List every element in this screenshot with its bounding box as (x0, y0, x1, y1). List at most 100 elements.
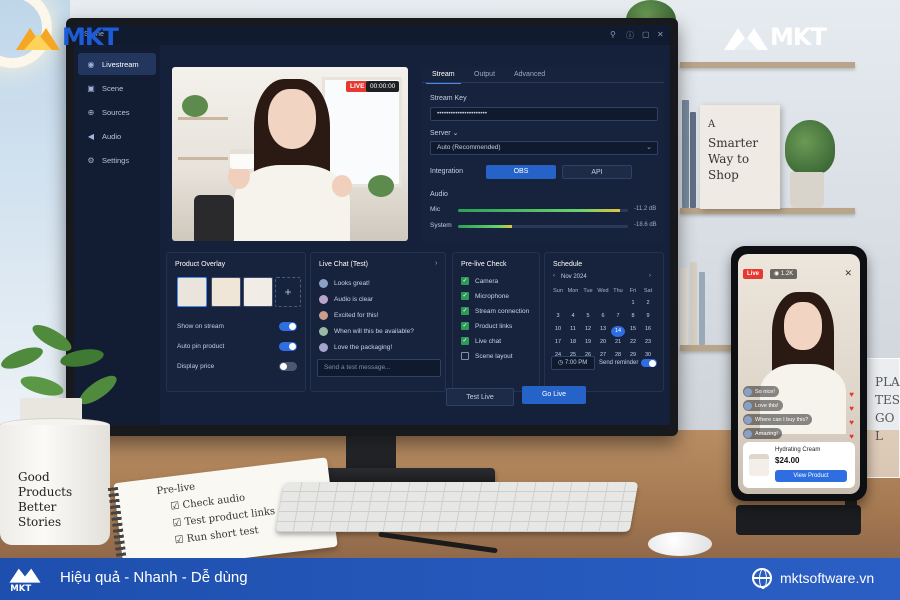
leaf (0, 342, 46, 374)
chat-input[interactable]: Send a test message... (317, 359, 441, 377)
tab-stream[interactable]: Stream (426, 71, 461, 84)
calendar-day[interactable]: 30 (641, 352, 655, 358)
check-label: Microphone (475, 292, 509, 300)
go-live-button[interactable]: Go Live (522, 386, 586, 404)
stream-key-field[interactable]: •••••••••••••••••••••• (430, 107, 658, 121)
product-thumbnail[interactable] (211, 277, 241, 307)
check-item[interactable]: ✓ Stream connection (461, 305, 529, 317)
checkbox[interactable]: ✓ (461, 292, 469, 300)
tab-advanced[interactable]: Advanced (514, 71, 545, 78)
show-on-stream-toggle[interactable] (279, 322, 297, 331)
calendar-day[interactable]: 17 (551, 339, 565, 345)
calendar-day[interactable]: 14 (611, 326, 625, 337)
calendar-day[interactable]: 9 (641, 313, 655, 319)
calendar-day[interactable]: 15 (626, 326, 640, 332)
weekday-label: Sun (553, 288, 563, 294)
check-item[interactable]: Scene layout (461, 350, 513, 362)
calendar-day[interactable]: 1 (626, 300, 640, 306)
calendar-day[interactable]: 7 (611, 313, 625, 319)
add-product-button[interactable]: + (275, 277, 301, 307)
calendar-day[interactable]: 16 (641, 326, 655, 332)
stream-preview[interactable]: LIVE 00:00:00 (172, 67, 408, 241)
check-item[interactable]: ✓ Camera (461, 275, 498, 287)
calendar-day[interactable]: 3 (551, 313, 565, 319)
info-icon[interactable]: ⓘ (626, 30, 634, 41)
calendar-day[interactable]: 5 (581, 313, 595, 319)
view-product-button[interactable]: View Product (775, 470, 847, 482)
product-thumbnail[interactable] (243, 277, 273, 307)
tab-output[interactable]: Output (474, 71, 495, 78)
checkbox[interactable] (461, 352, 469, 360)
checkbox[interactable]: ✓ (461, 322, 469, 330)
calendar-day[interactable]: 27 (596, 352, 610, 358)
phone-live-badge: Live (743, 269, 764, 279)
heart-icon[interactable]: ♥ (849, 404, 854, 413)
calendar-day[interactable]: 22 (626, 339, 640, 345)
calendar-day[interactable]: 23 (641, 339, 655, 345)
calendar-day[interactable]: 18 (566, 339, 580, 345)
sidebar-item-audio[interactable]: ◀ Audio (78, 125, 156, 147)
website-link[interactable]: mktsoftware.vn (780, 570, 874, 586)
checkbox[interactable]: ✓ (461, 307, 469, 315)
streamer-body (234, 165, 350, 241)
close-icon[interactable]: ✕ (657, 30, 664, 39)
product-thumbnail[interactable] (177, 277, 207, 307)
display-price-toggle[interactable] (279, 362, 297, 371)
checkbox[interactable]: ✓ (461, 277, 469, 285)
sign-line: A (708, 119, 716, 130)
maximize-icon[interactable]: ▢ (642, 30, 650, 39)
weekday-label: Wed (597, 288, 609, 294)
calendar-day[interactable]: 29 (626, 352, 640, 358)
server-select[interactable]: Auto (Recommended) ⌄ (430, 141, 658, 155)
check-item[interactable]: ✓ Microphone (461, 290, 509, 302)
pin-icon[interactable]: ⚲ (610, 30, 616, 39)
close-icon[interactable]: ✕ (844, 268, 852, 279)
phone-comment: Where can I buy this? (743, 414, 813, 425)
system-db: -18.6 dB (634, 222, 657, 228)
calendar-day[interactable]: 19 (581, 339, 595, 345)
calendar-day[interactable]: 28 (611, 352, 625, 358)
phone-comment-text: So nice! (755, 388, 775, 395)
heart-icon[interactable]: ♥ (849, 432, 854, 441)
prev-month-icon[interactable]: ‹ (553, 273, 555, 279)
mug-line: Better (18, 500, 57, 514)
sidebar-item-livestream[interactable]: ◉ Livestream (78, 53, 156, 75)
sidebar-item-scene[interactable]: ▣ Scene (78, 77, 156, 99)
sidebar-item-label: Scene (102, 83, 124, 93)
heart-icon[interactable]: ♥ (849, 390, 854, 399)
check-label: Scene layout (475, 352, 513, 360)
chevron-right-icon[interactable]: › (435, 260, 437, 267)
test-live-button[interactable]: Test Live (446, 388, 514, 406)
time-picker[interactable]: ◷ 7:00 PM (551, 356, 595, 370)
auto-pin-toggle[interactable] (279, 342, 297, 351)
calendar-day[interactable]: 13 (596, 326, 610, 332)
checkbox[interactable]: ✓ (461, 337, 469, 345)
mkt-logo-icon: MKT (9, 568, 41, 592)
settings-tabs: Stream Output Advanced (422, 67, 664, 84)
sidebar-item-sources[interactable]: ⊕ Sources (78, 101, 156, 123)
check-item[interactable]: ✓ Live chat (461, 335, 501, 347)
calendar-day[interactable]: 8 (626, 313, 640, 319)
month-label: Nov 2024 (561, 274, 587, 280)
sidebar-item-settings[interactable]: ⚙ Settings (78, 149, 156, 171)
eye-icon: ◉ (774, 271, 781, 277)
send-reminder-toggle[interactable] (641, 359, 657, 367)
calendar-day[interactable]: 4 (566, 313, 580, 319)
calendar-day[interactable]: 12 (581, 326, 595, 332)
calendar-day[interactable]: 10 (551, 326, 565, 332)
mug-line: Products (18, 485, 73, 499)
check-item[interactable]: ✓ Product links (461, 320, 512, 332)
calendar-day[interactable]: 20 (596, 339, 610, 345)
next-month-icon[interactable]: › (649, 273, 651, 279)
calendar-day[interactable]: 2 (641, 300, 655, 306)
heart-icon[interactable]: ♥ (849, 418, 854, 427)
calendar-day[interactable]: 11 (566, 326, 580, 332)
chat-message: Audio is clear (319, 293, 373, 305)
integration-api-button[interactable]: API (562, 165, 632, 179)
leaf (18, 372, 66, 400)
calendar-day[interactable]: 21 (611, 339, 625, 345)
calendar-day[interactable]: 6 (596, 313, 610, 319)
weekday-label: Fri (629, 288, 637, 294)
integration-obs-button[interactable]: OBS (486, 165, 556, 179)
avatar (319, 342, 328, 352)
